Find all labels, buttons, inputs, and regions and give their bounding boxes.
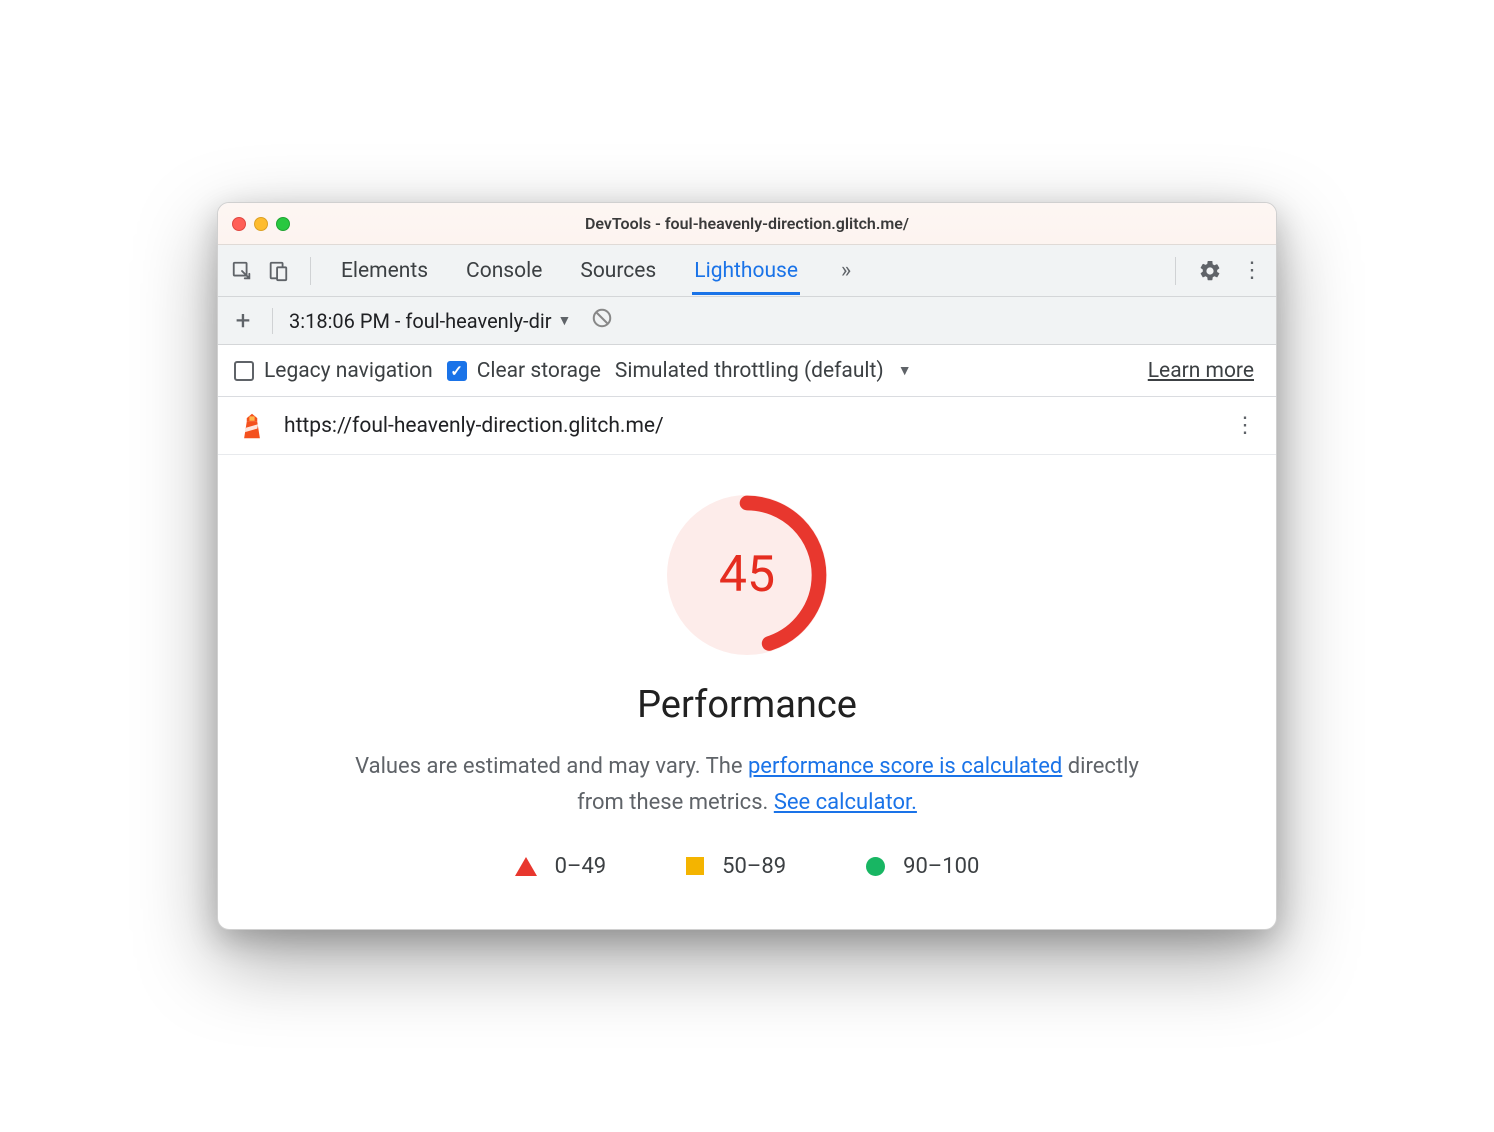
minimize-window-button[interactable] bbox=[254, 217, 268, 231]
score-calculated-link[interactable]: performance score is calculated bbox=[748, 754, 1062, 779]
tab-console[interactable]: Console bbox=[464, 247, 544, 294]
report-url-bar: https://foul-heavenly-direction.glitch.m… bbox=[218, 397, 1276, 455]
performance-score: 45 bbox=[667, 495, 827, 655]
titlebar: DevTools - foul-heavenly-direction.glitc… bbox=[218, 203, 1276, 245]
tab-elements[interactable]: Elements bbox=[339, 247, 430, 294]
window-title: DevTools - foul-heavenly-direction.glitc… bbox=[218, 214, 1276, 233]
legacy-navigation-option[interactable]: Legacy navigation bbox=[234, 359, 433, 383]
lighthouse-logo-icon bbox=[238, 412, 266, 440]
legend-range-pass: 90–100 bbox=[903, 854, 979, 879]
square-icon bbox=[686, 857, 704, 875]
lighthouse-options: Legacy navigation Clear storage Simulate… bbox=[218, 345, 1276, 397]
tab-lighthouse[interactable]: Lighthouse bbox=[692, 247, 800, 295]
maximize-window-button[interactable] bbox=[276, 217, 290, 231]
report-url: https://foul-heavenly-direction.glitch.m… bbox=[284, 414, 1216, 438]
clear-storage-option[interactable]: Clear storage bbox=[447, 359, 601, 383]
performance-description: Values are estimated and may vary. The p… bbox=[337, 749, 1157, 819]
report-menu-icon[interactable]: ⋮ bbox=[1234, 413, 1256, 438]
legend-average: 50–89 bbox=[686, 854, 786, 879]
inspect-element-icon[interactable] bbox=[230, 259, 254, 283]
more-options-icon[interactable]: ⋮ bbox=[1240, 259, 1264, 283]
circle-icon bbox=[866, 857, 885, 876]
device-toggle-icon[interactable] bbox=[266, 259, 290, 283]
clear-storage-label: Clear storage bbox=[477, 359, 601, 383]
legacy-navigation-label: Legacy navigation bbox=[264, 359, 433, 383]
settings-gear-icon[interactable] bbox=[1198, 259, 1222, 283]
performance-gauge: 45 bbox=[258, 495, 1236, 655]
more-tabs-icon[interactable]: » bbox=[834, 259, 858, 283]
legend-pass: 90–100 bbox=[866, 854, 979, 879]
legend-fail: 0–49 bbox=[515, 854, 607, 879]
lighthouse-report: 45 Performance Values are estimated and … bbox=[218, 455, 1276, 928]
throttling-option[interactable]: Simulated throttling (default) bbox=[615, 359, 884, 383]
triangle-icon bbox=[515, 857, 537, 876]
tab-sources[interactable]: Sources bbox=[578, 247, 658, 294]
lighthouse-toolbar: + 3:18:06 PM - foul-heavenly-dir ▼ bbox=[218, 297, 1276, 345]
divider bbox=[1175, 257, 1176, 285]
traffic-lights bbox=[232, 217, 290, 231]
legacy-navigation-checkbox[interactable] bbox=[234, 361, 254, 381]
dropdown-caret-icon: ▼ bbox=[558, 312, 572, 329]
clear-storage-checkbox[interactable] bbox=[447, 361, 467, 381]
devtools-window: DevTools - foul-heavenly-direction.glitc… bbox=[217, 202, 1277, 929]
dropdown-caret-icon[interactable]: ▼ bbox=[898, 362, 912, 379]
learn-more-link[interactable]: Learn more bbox=[1148, 359, 1254, 383]
close-window-button[interactable] bbox=[232, 217, 246, 231]
legend-range-average: 50–89 bbox=[722, 854, 786, 879]
divider bbox=[310, 257, 311, 285]
desc-text: Values are estimated and may vary. The bbox=[355, 754, 748, 779]
divider bbox=[272, 308, 273, 334]
performance-title: Performance bbox=[258, 683, 1236, 727]
throttling-label: Simulated throttling (default) bbox=[615, 359, 884, 383]
new-report-button[interactable]: + bbox=[230, 306, 256, 336]
tabs: Elements Console Sources Lighthouse » bbox=[339, 247, 1159, 295]
report-selector-label: 3:18:06 PM - foul-heavenly-dir bbox=[289, 309, 552, 333]
clear-icon[interactable] bbox=[591, 307, 613, 335]
devtools-tabbar: Elements Console Sources Lighthouse » ⋮ bbox=[218, 245, 1276, 297]
report-selector[interactable]: 3:18:06 PM - foul-heavenly-dir ▼ bbox=[289, 309, 571, 333]
see-calculator-link[interactable]: See calculator. bbox=[774, 790, 917, 815]
tabbar-right: ⋮ bbox=[1171, 257, 1264, 285]
score-legend: 0–49 50–89 90–100 bbox=[258, 854, 1236, 879]
legend-range-fail: 0–49 bbox=[555, 854, 607, 879]
